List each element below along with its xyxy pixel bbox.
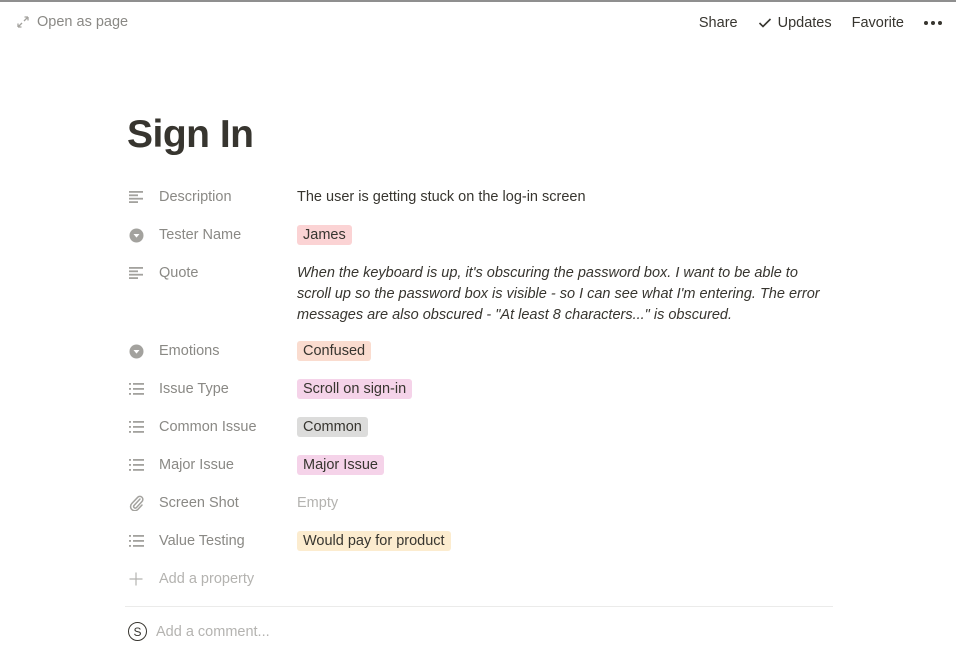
property-key[interactable]: Quote (127, 259, 297, 287)
property-value[interactable]: Common (297, 413, 368, 438)
text-icon (129, 264, 151, 282)
tag: James (297, 225, 352, 245)
plus-icon (129, 572, 151, 586)
multi-select-icon (129, 418, 151, 436)
tag: Scroll on sign-in (297, 379, 413, 399)
tag: Major Issue (297, 455, 384, 475)
property-key[interactable]: Emotions (127, 337, 297, 365)
property-key[interactable]: Value Testing (127, 527, 297, 555)
property-label: Value Testing (159, 533, 245, 549)
property-value[interactable]: When the keyboard is up, it's obscuring … (297, 259, 832, 326)
property-label: Quote (159, 265, 199, 281)
text-icon (129, 188, 151, 206)
property-key[interactable]: Description (127, 183, 297, 211)
multi-select-icon (129, 532, 151, 550)
property-row: Tester Name James (127, 221, 833, 259)
property-label: Tester Name (159, 227, 242, 243)
tag: Would pay for product (297, 531, 451, 551)
property-row: Major Issue Major Issue (127, 451, 833, 489)
updates-label: Updates (777, 15, 832, 31)
property-label: Screen Shot (159, 495, 239, 511)
share-label: Share (698, 15, 738, 31)
divider (125, 606, 833, 607)
comment-bar: S Add a comment... (128, 622, 270, 641)
property-label: Issue Type (159, 381, 229, 397)
property-key[interactable]: Issue Type (127, 375, 297, 403)
more-dots-icon (924, 14, 942, 32)
property-row: Screen Shot Empty (127, 489, 833, 527)
page-title[interactable]: Sign In (127, 113, 254, 157)
property-value[interactable]: Major Issue (297, 451, 384, 476)
property-label: Major Issue (159, 457, 234, 473)
property-row: Issue Type Scroll on sign-in (127, 375, 833, 413)
property-key[interactable]: Tester Name (127, 221, 297, 249)
property-row: Value Testing Would pay for product (127, 527, 833, 565)
add-property-label: Add a property (159, 571, 255, 587)
property-label: Emotions (159, 343, 220, 359)
tag: Common (297, 417, 368, 437)
check-icon (758, 18, 771, 28)
topbar: Open as page Share Updates Favorite (0, 0, 956, 48)
property-row: Common Issue Common (127, 413, 833, 451)
share-button[interactable]: Share (699, 15, 738, 31)
property-value[interactable]: The user is getting stuck on the log-in … (297, 183, 586, 208)
property-value[interactable]: Scroll on sign-in (297, 375, 413, 400)
open-as-page-label: Open as page (37, 14, 129, 30)
add-property-button[interactable]: Add a property (127, 565, 833, 593)
property-row: Description The user is getting stuck on … (127, 183, 833, 221)
favorite-button[interactable]: Favorite (852, 15, 904, 31)
attachment-icon (129, 494, 151, 512)
property-row: Quote When the keyboard is up, it's obscu… (127, 259, 833, 337)
updates-button[interactable]: Updates (758, 15, 832, 31)
avatar: S (128, 622, 147, 641)
select-icon (129, 342, 151, 360)
property-value[interactable]: Empty (297, 489, 338, 514)
property-key[interactable]: Screen Shot (127, 489, 297, 517)
property-value[interactable]: Confused (297, 337, 372, 362)
select-icon (129, 226, 151, 244)
multi-select-icon (129, 456, 151, 474)
favorite-label: Favorite (851, 15, 904, 31)
comment-input[interactable]: Add a comment... (156, 624, 270, 640)
property-key[interactable]: Major Issue (127, 451, 297, 479)
property-list: Description The user is getting stuck on … (127, 183, 833, 593)
multi-select-icon (129, 380, 151, 398)
property-label: Description (159, 189, 232, 205)
property-row: Emotions Confused (127, 337, 833, 375)
property-label: Common Issue (159, 419, 257, 435)
property-key[interactable]: Common Issue (127, 413, 297, 441)
property-value[interactable]: James (297, 221, 352, 246)
tag: Confused (297, 341, 372, 361)
expand-icon (17, 16, 29, 28)
more-options-button[interactable] (924, 14, 942, 32)
top-actions: Share Updates Favorite (699, 14, 942, 32)
open-as-page-button[interactable]: Open as page (17, 14, 128, 30)
property-value[interactable]: Would pay for product (297, 527, 451, 552)
